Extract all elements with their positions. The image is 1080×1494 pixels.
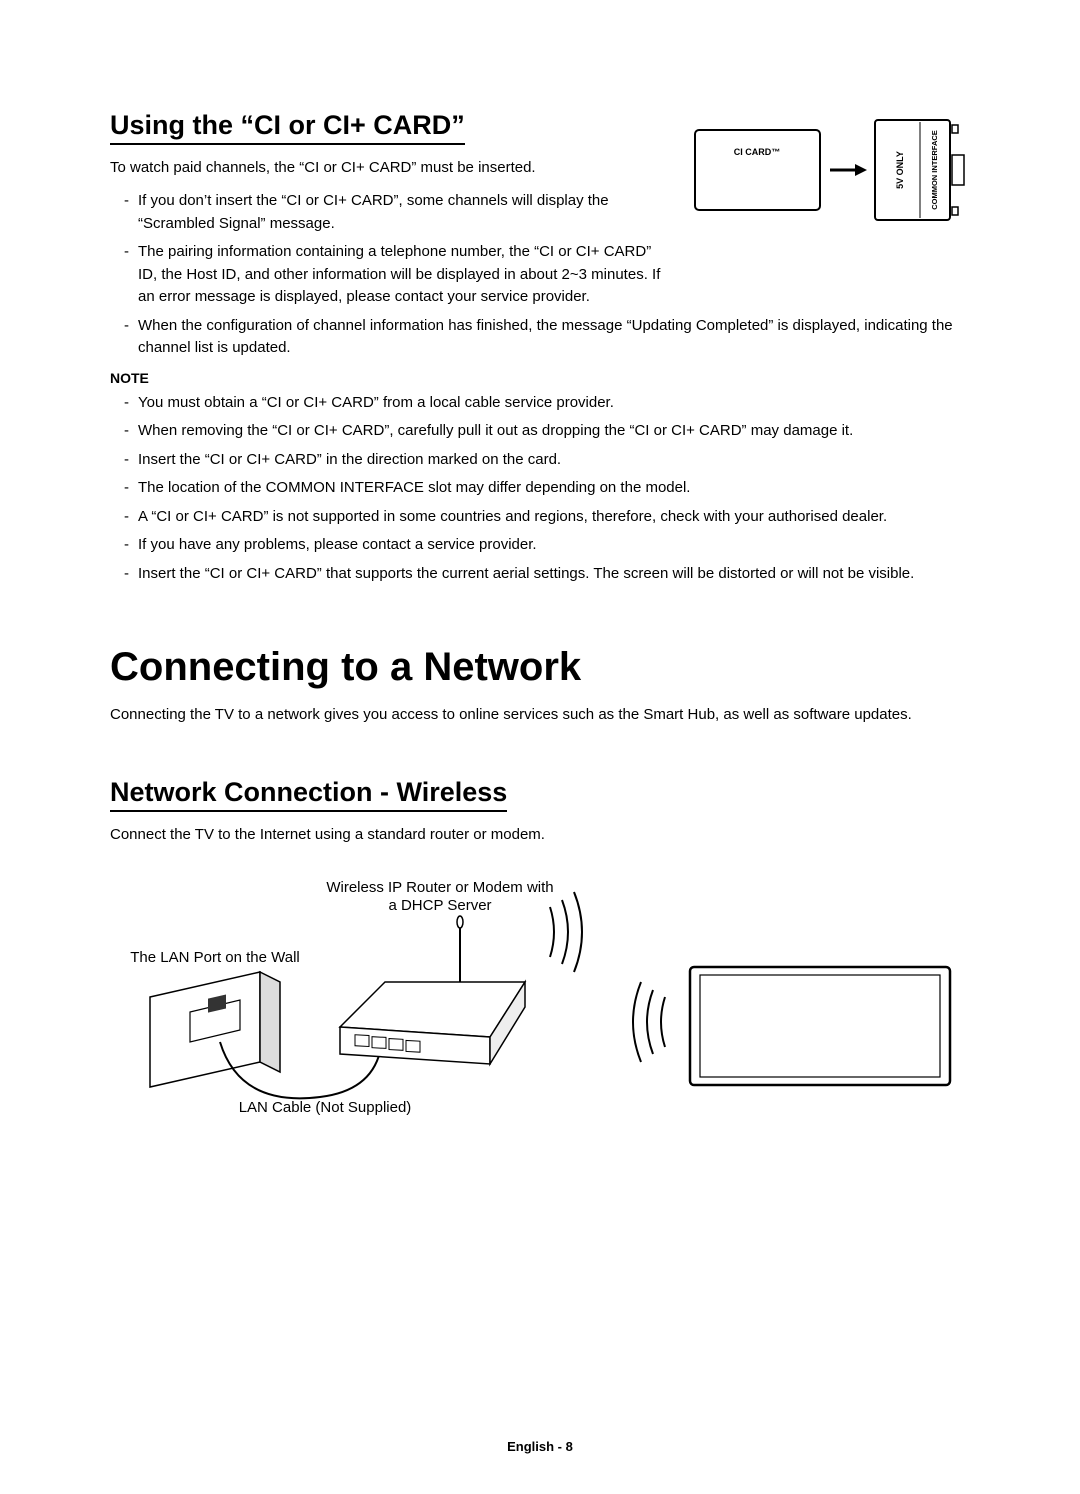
router-label-2: a DHCP Server xyxy=(388,897,491,914)
section1-bullets: If you don’t insert the “CI or CI+ CARD”… xyxy=(110,190,670,309)
list-item: When the configuration of channel inform… xyxy=(124,315,970,360)
ci-card-label: CI CARD™ xyxy=(734,147,781,157)
list-item: You must obtain a “CI or CI+ CARD” from … xyxy=(124,392,970,415)
section1-bullets-cont: When the configuration of channel inform… xyxy=(110,315,970,360)
section1-notes: You must obtain a “CI or CI+ CARD” from … xyxy=(110,392,970,586)
list-item: A “CI or CI+ CARD” is not supported in s… xyxy=(124,506,970,529)
list-item: When removing the “CI or CI+ CARD”, care… xyxy=(124,420,970,443)
list-item: The location of the COMMON INTERFACE slo… xyxy=(124,477,970,500)
list-item: If you don’t insert the “CI or CI+ CARD”… xyxy=(124,190,670,235)
section1-title: Using the “CI or CI+ CARD” xyxy=(110,110,465,145)
list-item: If you have any problems, please contact… xyxy=(124,534,970,557)
section2-intro: Connecting the TV to a network gives you… xyxy=(110,704,970,725)
note-label: NOTE xyxy=(110,370,970,386)
section1-intro: To watch paid channels, the “CI or CI+ C… xyxy=(110,157,670,178)
wall-label: The LAN Port on the Wall xyxy=(130,949,300,966)
ci-card-diagram: CI CARD™ 5V ONLY COMMON INTERFACE xyxy=(690,110,970,230)
section2-heading: Connecting to a Network xyxy=(110,645,970,690)
router-label-1: Wireless IP Router or Modem with xyxy=(326,879,553,896)
list-item: Insert the “CI or CI+ CARD” in the direc… xyxy=(124,449,970,472)
list-item: Insert the “CI or CI+ CARD” that support… xyxy=(124,563,970,586)
slot-5v-label: 5V ONLY xyxy=(895,151,905,189)
cable-label: LAN Cable (Not Supplied) xyxy=(239,1099,412,1116)
section3-title: Network Connection - Wireless xyxy=(110,777,507,812)
section3-intro: Connect the TV to the Internet using a s… xyxy=(110,824,970,845)
slot-ci-label: COMMON INTERFACE xyxy=(930,130,939,210)
page-footer: English - 8 xyxy=(0,1439,1080,1454)
wireless-diagram: Wireless IP Router or Modem with a DHCP … xyxy=(110,877,970,1127)
list-item: The pairing information containing a tel… xyxy=(124,241,670,309)
